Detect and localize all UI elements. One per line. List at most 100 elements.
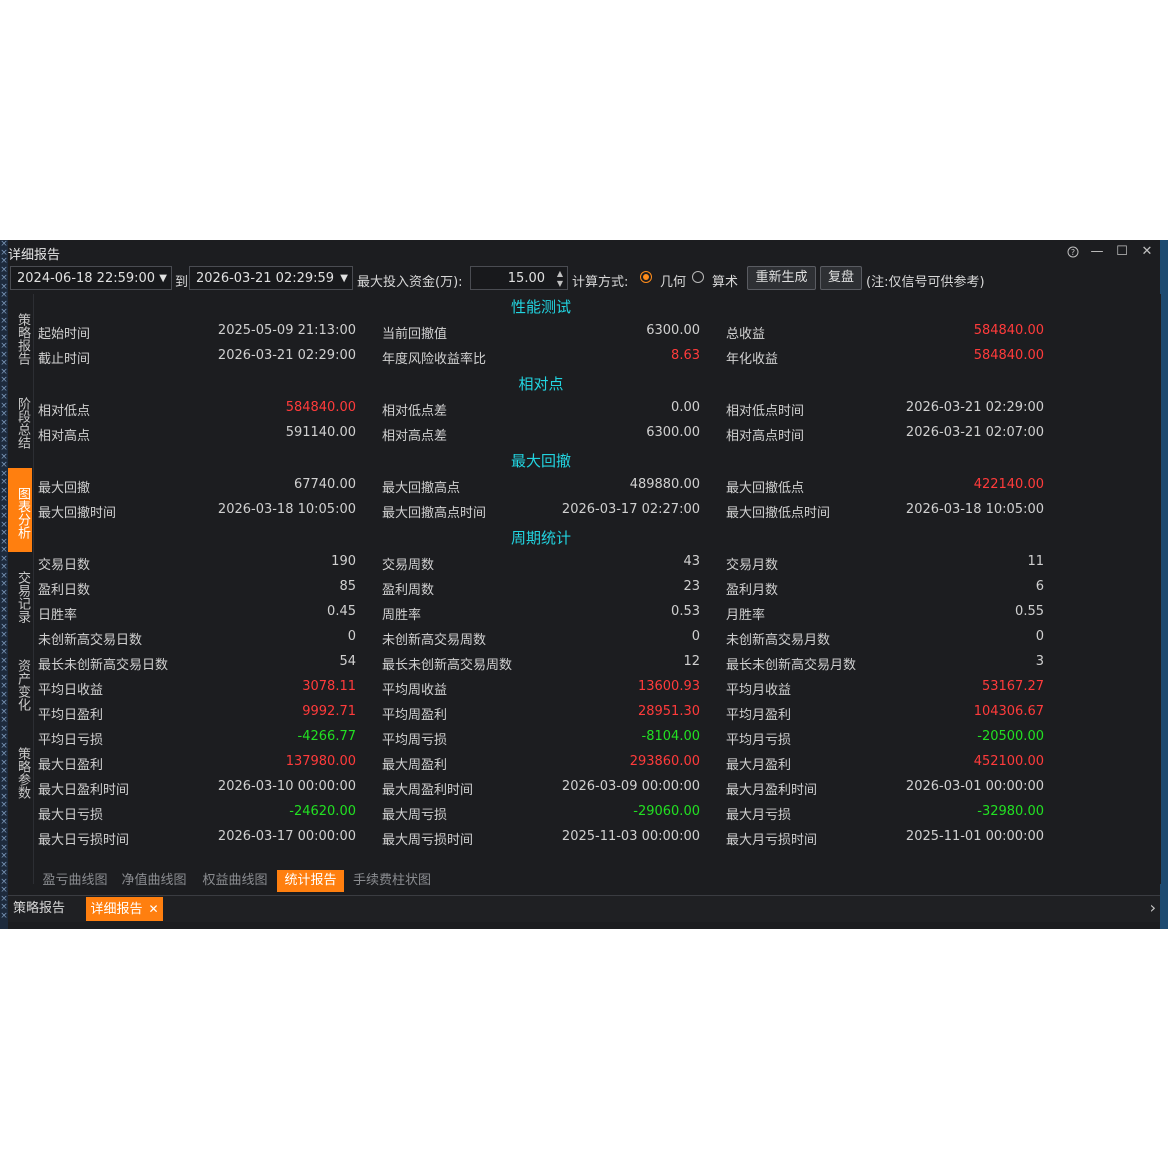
stat-label: 最大日亏损时间 [38, 833, 130, 848]
stat-label: 最长未创新高交易月数 [726, 658, 857, 673]
stat-value: 2026-03-10 00:00:00 [217, 779, 356, 794]
side-tab-trade-records[interactable]: 交易记录 [8, 558, 32, 636]
sub-tab-pnl-curve[interactable]: 盈亏曲线图 [39, 870, 111, 892]
stat-label: 最长未创新高交易日数 [38, 658, 169, 673]
sub-tab-fee-bar-chart[interactable]: 手续费柱状图 [349, 870, 435, 892]
stat-value: 3078.11 [302, 679, 356, 694]
stat-value: 293860.00 [629, 754, 700, 769]
radio-geometric[interactable] [640, 271, 652, 283]
chevron-right-icon[interactable]: › [1150, 898, 1156, 917]
edge-pattern-icon: × [0, 596, 8, 606]
calc-method-label: 计算方式: [572, 275, 629, 290]
stat-label: 相对低点 [38, 404, 91, 419]
stat-value: 584840.00 [285, 400, 356, 415]
regenerate-button[interactable]: 重新生成 [747, 266, 816, 290]
edge-pattern-icon: × [0, 885, 8, 895]
side-tab-strategy-report[interactable]: 策略报告 [8, 300, 32, 378]
start-date-dropdown[interactable]: 2024-06-18 22:59:00 ▼ [10, 266, 172, 290]
edge-pattern-icon: × [0, 732, 8, 742]
edge-pattern-icon: × [0, 749, 8, 759]
stat-value: 2026-03-17 00:00:00 [217, 829, 356, 844]
stat-label: 交易月数 [726, 558, 779, 573]
stat-value: 0 [691, 629, 700, 644]
side-tab-strategy-params[interactable]: 策略参数 [8, 734, 32, 812]
stepper-up-icon[interactable]: ▲ [557, 270, 563, 278]
stat-label: 最大回撤低点 [726, 481, 805, 496]
close-tab-icon[interactable]: ✕ [148, 902, 158, 916]
side-tab-bar: 策略报告 阶段总结 图表分析 交易记录 资产变化 策略参数 [8, 296, 32, 816]
window-title: 详细报告 [8, 248, 61, 263]
stat-value: 2025-11-03 00:00:00 [561, 829, 700, 844]
stat-label: 最大周亏损 [382, 808, 448, 823]
close-icon[interactable]: ✕ [1138, 243, 1156, 261]
stat-value: 6300.00 [646, 425, 700, 440]
stat-label: 平均周亏损 [382, 733, 448, 748]
stat-label: 最大日盈利 [38, 758, 104, 773]
radio-arithmetic-label[interactable]: 算术 [712, 271, 738, 290]
stat-label: 最大月亏损 [726, 808, 792, 823]
stat-value: 9992.71 [302, 704, 356, 719]
stat-value: -8104.00 [641, 729, 700, 744]
stat-label: 相对低点时间 [726, 404, 805, 419]
side-tab-asset-changes[interactable]: 资产变化 [8, 646, 32, 724]
stat-value: 53167.27 [981, 679, 1044, 694]
stat-value: 2025-05-09 21:13:00 [217, 323, 356, 338]
stat-value: 452100.00 [973, 754, 1044, 769]
sub-tab-equity-curve[interactable]: 权益曲线图 [199, 870, 271, 892]
stat-value: 2026-03-21 02:07:00 [905, 425, 1044, 440]
review-button[interactable]: 复盘 [820, 266, 862, 290]
note-text: (注:仅信号可供参考) [866, 275, 985, 290]
bottom-tab-strategy-report[interactable]: 策略报告 [8, 897, 70, 921]
side-tab-chart-analysis[interactable]: 图表分析 [8, 468, 32, 552]
edge-pattern-icon: × [0, 800, 8, 810]
maximize-icon[interactable]: ☐ [1113, 243, 1131, 261]
stat-value: -24620.00 [289, 804, 356, 819]
radio-arithmetic[interactable] [692, 271, 704, 283]
stat-value: 422140.00 [973, 477, 1044, 492]
bottom-tab-detail-report[interactable]: 详细报告 ✕ [86, 897, 163, 921]
sub-tab-nav-curve[interactable]: 净值曲线图 [118, 870, 190, 892]
stat-label: 平均月盈利 [726, 708, 792, 723]
edge-pattern-icon: × [0, 358, 8, 368]
side-tab-stage-summary[interactable]: 阶段总结 [8, 384, 32, 462]
stat-label: 最大周盈利 [382, 758, 448, 773]
stat-label: 平均周收益 [382, 683, 448, 698]
end-date-value: 2026-03-21 02:29:59 [196, 271, 335, 286]
max-capital-stepper[interactable]: 15.00 ▲ ▼ [470, 266, 568, 290]
bottom-tab-detail-report-label: 详细报告 [90, 902, 143, 917]
stat-label: 未创新高交易月数 [726, 633, 831, 648]
edge-pattern-icon: × [0, 902, 8, 912]
stat-value: 591140.00 [285, 425, 356, 440]
edge-pattern-icon: × [0, 868, 8, 878]
to-label: 到 [175, 275, 189, 290]
stat-label: 相对高点时间 [726, 429, 805, 444]
stat-value: 54 [339, 654, 356, 669]
stat-value: 2026-03-21 02:29:00 [905, 400, 1044, 415]
right-edge-strip [1160, 240, 1168, 929]
sub-tab-stats-report[interactable]: 统计报告 [277, 870, 344, 892]
stepper-down-icon[interactable]: ▼ [557, 280, 563, 288]
stat-value: 0 [1035, 629, 1044, 644]
stat-label: 盈利日数 [38, 583, 91, 598]
help-icon[interactable]: ? [1064, 243, 1082, 261]
radio-geometric-label[interactable]: 几何 [660, 271, 686, 290]
stat-label: 最大回撤高点 [382, 481, 461, 496]
stat-value: 2026-03-17 02:27:00 [561, 502, 700, 517]
stat-label: 最大周亏损时间 [382, 833, 474, 848]
stat-label: 截止时间 [38, 352, 91, 367]
stat-value: 6300.00 [646, 323, 700, 338]
edge-pattern-icon: × [0, 579, 8, 589]
edge-pattern-icon: × [0, 783, 8, 793]
stat-label: 最大回撤 [38, 481, 91, 496]
stat-label: 相对高点差 [382, 429, 448, 444]
stat-value: 3 [1035, 654, 1044, 669]
stat-label: 最大日盈利时间 [38, 783, 130, 798]
stat-value: 0.00 [671, 400, 700, 415]
stat-label: 周胜率 [382, 608, 422, 623]
end-date-dropdown[interactable]: 2026-03-21 02:29:59 ▼ [189, 266, 353, 290]
edge-pattern-icon: × [0, 681, 8, 691]
edge-pattern-icon: × [0, 409, 8, 419]
minimize-icon[interactable]: — [1088, 243, 1106, 261]
svg-text:?: ? [1071, 248, 1075, 257]
chevron-down-icon: ▼ [340, 273, 348, 284]
